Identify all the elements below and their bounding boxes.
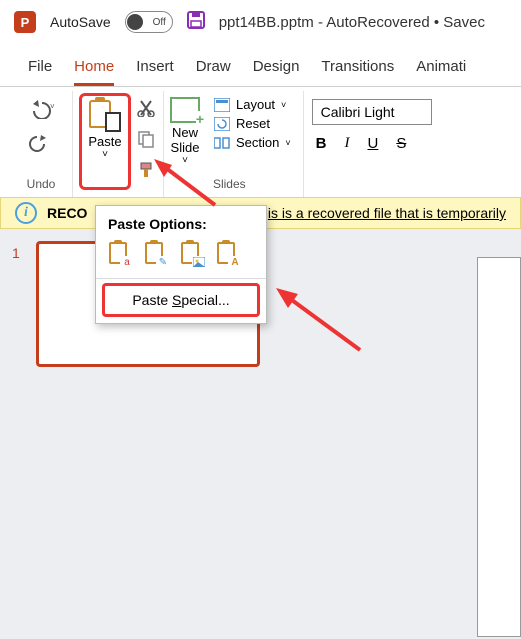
paste-options-title: Paste Options: [96,216,266,240]
new-slide-button[interactable]: New Slide ˅ [166,93,204,166]
paste-keep-source-icon[interactable]: a [106,240,134,268]
section-button[interactable]: Section ˅ [214,135,291,150]
chevron-down-icon[interactable]: ˅ [182,155,188,166]
paste-special-menuitem[interactable]: Paste Special... [102,283,260,317]
italic-button[interactable]: I [344,135,349,152]
tab-home[interactable]: Home [74,58,114,86]
reset-label: Reset [236,116,270,131]
chevron-down-icon: ˅ [285,138,290,148]
format-painter-icon[interactable] [137,161,155,184]
svg-text:˅: ˅ [50,102,55,111]
group-undo: ˅ Undo [18,91,73,197]
ribbon: ˅ Undo Paste ˅ New Slide [0,87,521,197]
copy-icon[interactable] [137,130,155,153]
tab-file[interactable]: File [28,58,52,86]
paste-use-destination-icon[interactable]: ✎ [142,240,170,268]
underline-button[interactable]: U [367,135,378,152]
layout-icon [214,98,230,112]
layout-label: Layout [236,97,275,112]
undo-icon[interactable]: ˅ [26,99,56,124]
autosave-toggle[interactable]: Off [125,11,173,33]
slide-canvas[interactable] [477,257,521,637]
tab-draw[interactable]: Draw [196,58,231,86]
group-font: Calibri Light B I U S [304,91,442,197]
group-label-undo: Undo [20,175,62,195]
paste-picture-icon[interactable] [178,240,206,268]
recovered-label: RECO [47,205,87,221]
section-icon [214,136,230,150]
new-slide-icon [170,97,200,123]
group-clipboard: Paste ˅ [73,91,164,197]
section-label: Section [236,135,279,150]
group-slides: New Slide ˅ Layout ˅ Reset Section ˅ [164,91,304,197]
font-name-select[interactable]: Calibri Light [312,99,432,125]
tab-insert[interactable]: Insert [136,58,174,86]
reset-button[interactable]: Reset [214,116,291,131]
paste-text-only-icon[interactable]: A [214,240,242,268]
chevron-down-icon: ˅ [281,100,286,110]
cut-icon[interactable] [137,99,155,122]
group-label-slides: Slides [166,175,293,195]
paste-dropdown-menu: Paste Options: a ✎ A Paste Special... [95,205,267,324]
menu-separator [96,278,266,279]
paste-button[interactable]: Paste ˅ [79,93,131,190]
tab-design[interactable]: Design [253,58,300,86]
layout-button[interactable]: Layout ˅ [214,97,291,112]
paste-special-pre: Paste [132,292,172,308]
powerpoint-app-icon: P [14,11,36,33]
paste-special-post: pecial... [181,292,229,308]
chevron-down-icon[interactable]: ˅ [102,149,108,160]
new-slide-label: New Slide [171,125,200,155]
title-bar: P AutoSave Off ppt14BB.pptm - AutoRecove… [0,0,521,44]
paste-label: Paste [88,134,121,149]
toggle-knob-icon [127,14,143,30]
ribbon-tabs: File Home Insert Draw Design Transitions… [0,44,521,87]
save-icon[interactable] [187,11,205,34]
reset-icon [214,117,230,131]
autosave-state: Off [153,17,166,28]
paste-icon [89,98,121,132]
tab-transitions[interactable]: Transitions [321,58,394,86]
strikethrough-button[interactable]: S [396,135,406,152]
slide-canvas-area[interactable] [280,229,521,639]
redo-icon[interactable] [26,134,56,159]
autosave-label: AutoSave [50,14,111,30]
bold-button[interactable]: B [316,135,327,152]
tab-animations[interactable]: Animati [416,58,466,86]
slide-number: 1 [12,245,20,261]
document-title: ppt14BB.pptm - AutoRecovered • Savec [219,14,485,31]
paste-special-accel: S [172,292,181,308]
recovered-text: is is a recovered file that is temporari… [268,205,506,221]
info-icon: i [15,202,37,224]
